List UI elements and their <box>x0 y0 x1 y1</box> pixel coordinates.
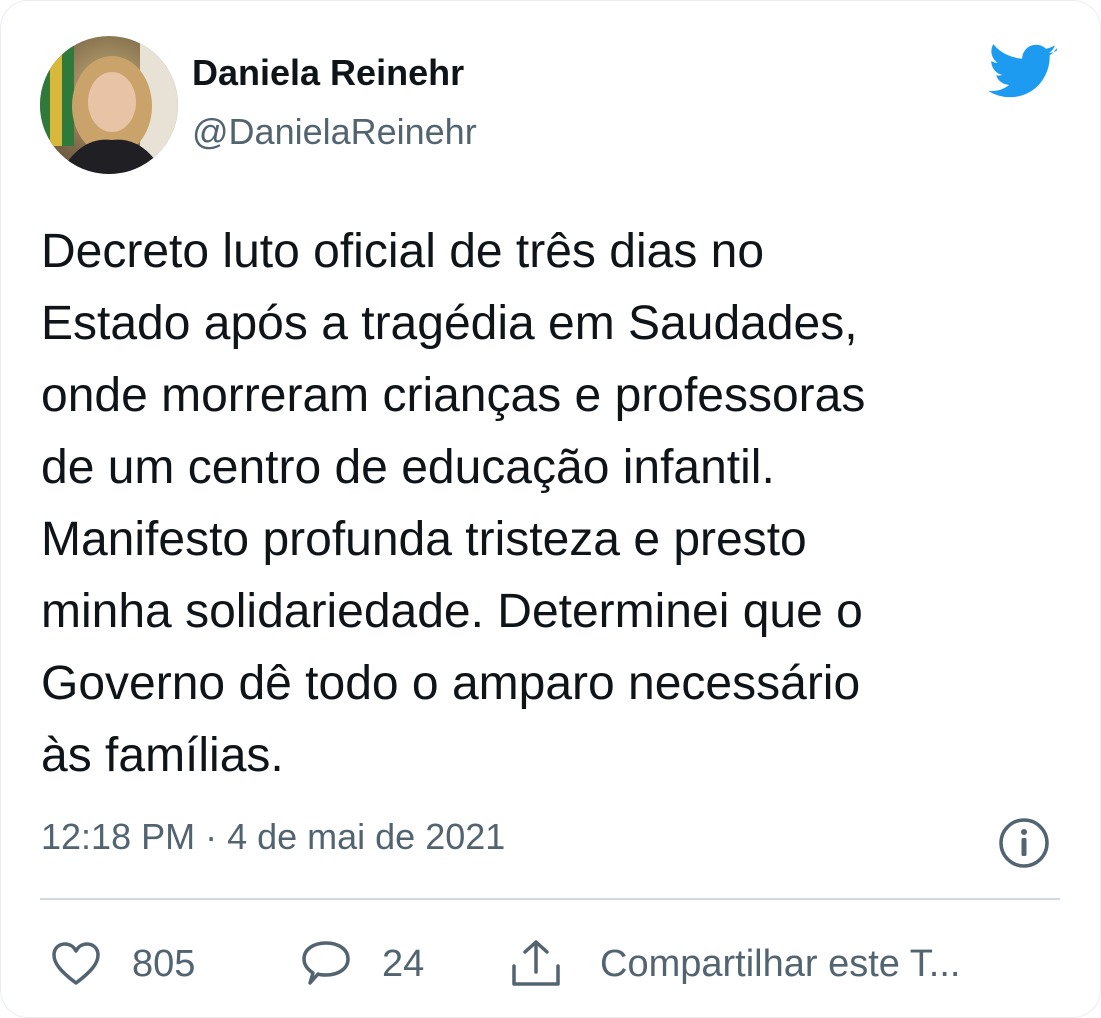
reply-count: 24 <box>382 942 425 985</box>
tweet-text-line: minha solidariedade. Determinei que o <box>41 585 863 638</box>
share-button[interactable]: Compartilhar este T... <box>508 936 960 992</box>
tweet-card: Daniela Reinehr @DanielaReinehr Decreto … <box>0 0 1101 1018</box>
tweet-text-line: de um centro de educação infantil. <box>41 441 775 494</box>
tweet-text-line: Manifesto profunda tristeza e presto <box>41 513 807 566</box>
speech-bubble-icon <box>302 941 350 985</box>
like-button[interactable]: 805 <box>50 936 195 992</box>
tweet-text-line: onde morreram crianças e professoras <box>41 369 866 422</box>
like-count: 805 <box>132 942 196 985</box>
author-name[interactable]: Daniela Reinehr <box>192 52 464 94</box>
heart-icon <box>52 942 100 985</box>
reply-button[interactable]: 24 <box>300 936 424 992</box>
tweet-text-line: Decreto luto oficial de três dias no <box>41 225 765 278</box>
avatar-photo <box>40 36 178 174</box>
avatar[interactable] <box>40 36 178 174</box>
tweet-text-line: às famílias. <box>41 729 284 782</box>
share-label: Compartilhar este T... <box>600 942 961 985</box>
tweet-text-line: Governo dê todo o amparo necessário <box>41 657 861 710</box>
tweet-timestamp[interactable]: 12:18 PM · 4 de mai de 2021 <box>41 816 505 858</box>
tweet-text: Decreto luto oficial de três dias no Est… <box>41 216 1081 792</box>
divider <box>40 898 1060 900</box>
author-handle[interactable]: @DanielaReinehr <box>192 111 477 153</box>
share-icon <box>512 940 560 986</box>
tweet-text-line: Estado após a tragédia em Saudades, <box>41 297 858 350</box>
info-icon[interactable] <box>998 817 1050 869</box>
twitter-bird-icon[interactable] <box>988 44 1058 102</box>
